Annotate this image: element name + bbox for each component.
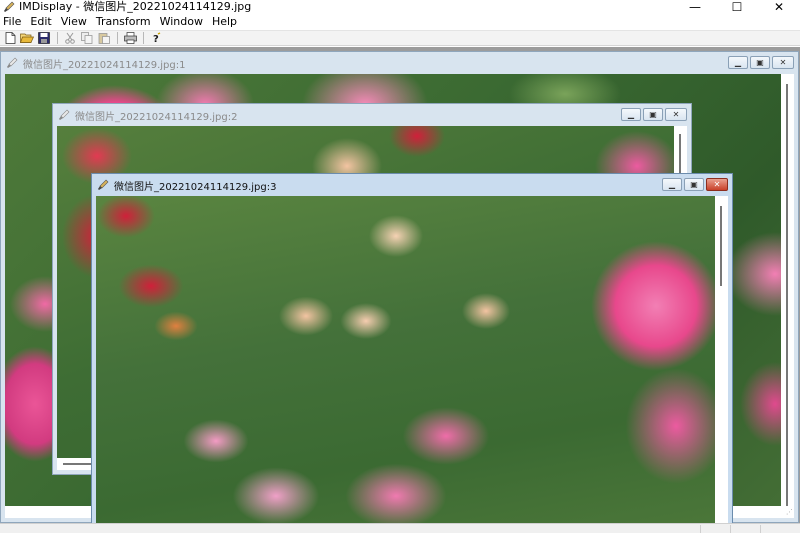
window-3-close-button[interactable]: ✕: [706, 178, 728, 191]
toolbar-separator: [57, 32, 58, 44]
window-2-minimize-button[interactable]: ▁: [621, 108, 641, 121]
status-pane: [730, 525, 760, 533]
image-window-3-title: 微信图片_20221024114129.jpg:3: [114, 181, 277, 193]
menu-transform[interactable]: Transform: [93, 14, 157, 30]
menu-edit[interactable]: Edit: [27, 14, 57, 30]
image-window-1-title: 微信图片_20221024114129.jpg:1: [23, 59, 186, 71]
app-title: IMDisplay - 微信图片_20221024114129.jpg: [19, 0, 252, 13]
copy-icon[interactable]: [79, 31, 95, 45]
menu-file[interactable]: File: [0, 14, 27, 30]
svg-text:?: ?: [153, 34, 159, 44]
mdi-workspace: 微信图片_20221024114129.jpg:1 ▁ ▣ ✕ ⋰ 微信图片_2…: [0, 47, 800, 523]
image-window-3[interactable]: 微信图片_20221024114129.jpg:3 ▁ ▣ ✕ ⋰: [91, 173, 733, 523]
menu-bar: File Edit View Transform Window Help: [0, 14, 800, 30]
app-titlebar: IMDisplay - 微信图片_20221024114129.jpg — ☐ …: [0, 0, 800, 14]
image-window-2-titlebar[interactable]: 微信图片_20221024114129.jpg:2 ▁ ▣ ✕: [53, 104, 691, 126]
window-3-minimize-button[interactable]: ▁: [662, 178, 682, 191]
window-3-vertical-scrollbar[interactable]: [715, 196, 728, 523]
paste-icon[interactable]: [96, 31, 112, 45]
image-window-2-title: 微信图片_20221024114129.jpg:2: [75, 111, 238, 123]
image-window-1-titlebar[interactable]: 微信图片_20221024114129.jpg:1 ▁ ▣ ✕: [1, 52, 798, 74]
status-pane: [760, 525, 800, 533]
menu-view[interactable]: View: [58, 14, 93, 30]
close-button[interactable]: ✕: [758, 0, 800, 14]
save-icon[interactable]: [36, 31, 52, 45]
window-1-restore-button[interactable]: ▣: [750, 56, 770, 69]
image-window-3-canvas[interactable]: ⋰: [96, 196, 728, 523]
minimize-button[interactable]: —: [674, 0, 716, 14]
toolbar: ?: [0, 30, 800, 46]
window-1-resize-grip[interactable]: ⋰: [783, 507, 793, 517]
window-brush-icon: [96, 178, 110, 192]
window-brush-icon: [57, 108, 71, 122]
window-2-restore-button[interactable]: ▣: [643, 108, 663, 121]
help-icon[interactable]: ?: [148, 31, 164, 45]
rose-photo: [96, 196, 728, 523]
window-1-vertical-scrollbar[interactable]: [781, 74, 794, 514]
menu-help[interactable]: Help: [209, 14, 243, 30]
open-folder-icon[interactable]: [19, 31, 35, 45]
status-pane: [700, 525, 730, 533]
window-brush-icon: [5, 56, 19, 70]
toolbar-separator: [143, 32, 144, 44]
window-2-close-button[interactable]: ✕: [665, 108, 687, 121]
print-icon[interactable]: [122, 31, 138, 45]
window-3-restore-button[interactable]: ▣: [684, 178, 704, 191]
window-1-minimize-button[interactable]: ▁: [728, 56, 748, 69]
maximize-button[interactable]: ☐: [716, 0, 758, 14]
window-1-close-button[interactable]: ✕: [772, 56, 794, 69]
new-icon[interactable]: [2, 31, 18, 45]
cut-icon[interactable]: [62, 31, 78, 45]
toolbar-separator: [117, 32, 118, 44]
menu-window[interactable]: Window: [157, 14, 209, 30]
status-bar: [0, 523, 800, 533]
image-window-3-titlebar[interactable]: 微信图片_20221024114129.jpg:3 ▁ ▣ ✕: [92, 174, 732, 196]
imdisplay-brush-icon: [2, 0, 16, 14]
